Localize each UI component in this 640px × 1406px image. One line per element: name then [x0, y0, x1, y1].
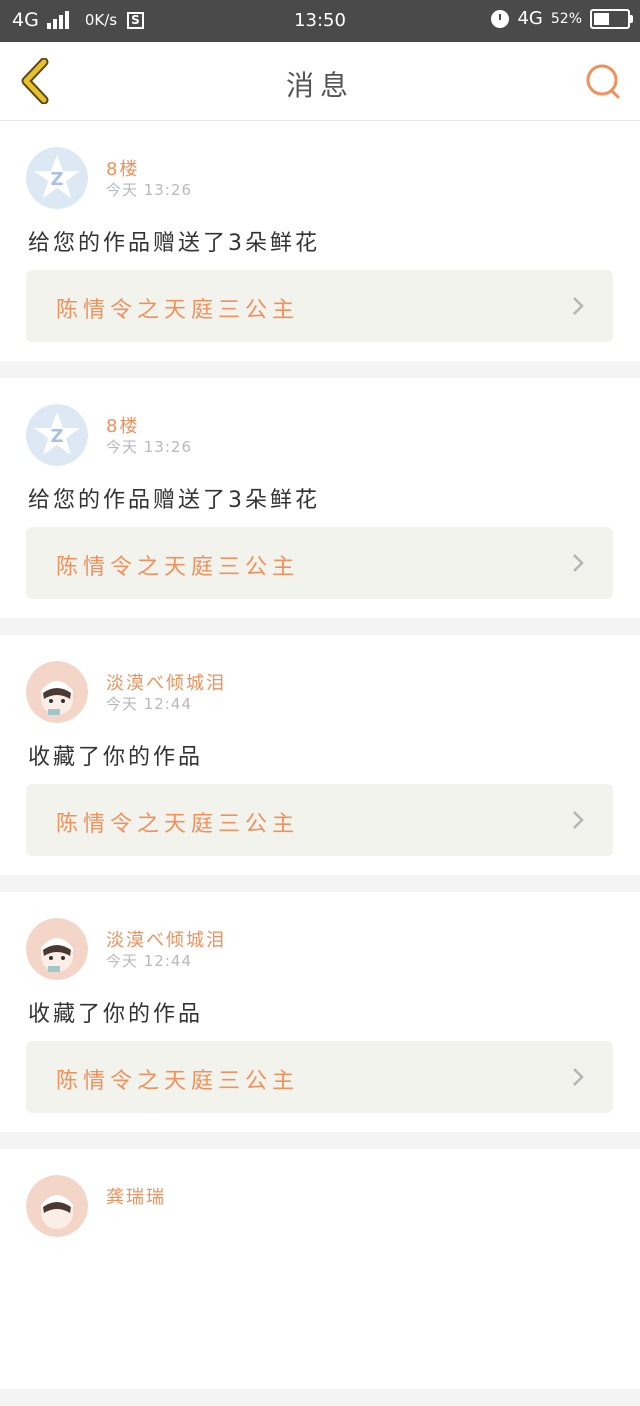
message-text: 给您的作品赠送了3朵鲜花: [28, 488, 320, 513]
message-text: 收藏了你的作品: [28, 745, 204, 770]
username[interactable]: 8楼: [106, 412, 139, 438]
work-title: 陈情令之天庭三公主: [56, 812, 300, 837]
chevron-right-icon: [573, 297, 584, 315]
network-label-right: 4G: [517, 8, 543, 29]
work-link[interactable]: 陈情令之天庭三公主: [26, 1041, 613, 1113]
work-link[interactable]: 陈情令之天庭三公主: [26, 527, 613, 599]
chevron-right-icon: [573, 554, 584, 572]
username[interactable]: 淡漠べ倾城泪: [106, 926, 226, 952]
work-link[interactable]: 陈情令之天庭三公主: [26, 270, 613, 342]
username[interactable]: 龚瑞瑞: [106, 1183, 166, 1209]
work-link[interactable]: 陈情令之天庭三公主: [26, 784, 613, 856]
message-card[interactable]: 龚瑞瑞: [0, 1149, 640, 1389]
avatar[interactable]: [26, 918, 88, 980]
message-card[interactable]: Z 8楼 今天 13:26 给您的作品赠送了3朵鲜花 陈情令之天庭三公主: [0, 121, 640, 361]
avatar[interactable]: Z: [26, 404, 88, 466]
message-list: Z 8楼 今天 13:26 给您的作品赠送了3朵鲜花 陈情令之天庭三公主 Z 8…: [0, 121, 640, 1406]
message-text: 收藏了你的作品: [28, 1002, 204, 1027]
message-card[interactable]: 淡漠べ倾城泪 今天 12:44 收藏了你的作品 陈情令之天庭三公主: [0, 892, 640, 1132]
avatar[interactable]: Z: [26, 147, 88, 209]
message-time: 今天 12:44: [106, 952, 192, 970]
message-time: 今天 13:26: [106, 181, 192, 199]
message-card[interactable]: 淡漠べ倾城泪 今天 12:44 收藏了你的作品 陈情令之天庭三公主: [0, 635, 640, 875]
message-time: 今天 12:44: [106, 695, 192, 713]
header: 消息: [0, 42, 640, 121]
anime-girl-avatar-icon: [26, 918, 88, 980]
message-card[interactable]: Z 8楼 今天 13:26 给您的作品赠送了3朵鲜花 陈情令之天庭三公主: [0, 378, 640, 618]
qq-star-avatar-icon: Z: [26, 147, 88, 209]
search-button[interactable]: [582, 60, 624, 102]
message-time: 今天 13:26: [106, 438, 192, 456]
chevron-right-icon: [573, 811, 584, 829]
battery-percent: 52%: [550, 10, 582, 27]
battery-level: [594, 12, 609, 25]
work-title: 陈情令之天庭三公主: [56, 555, 300, 580]
alarm-icon: [491, 9, 510, 28]
svg-text:Z: Z: [50, 426, 63, 447]
anime-girl-avatar-icon: [26, 661, 88, 723]
message-text: 给您的作品赠送了3朵鲜花: [28, 231, 320, 256]
username[interactable]: 淡漠べ倾城泪: [106, 669, 226, 695]
page-title: 消息: [285, 69, 354, 102]
search-icon: [586, 64, 620, 99]
svg-text:Z: Z: [50, 169, 63, 190]
status-bar: 4G 0K/s S 13:50 4G 52%: [0, 0, 640, 42]
anime-girl-avatar-icon: [26, 1175, 88, 1237]
qq-star-avatar-icon: Z: [26, 404, 88, 466]
username[interactable]: 8楼: [106, 155, 139, 181]
chevron-right-icon: [573, 1068, 584, 1086]
battery-icon: [590, 8, 633, 29]
status-right: 4G 52%: [491, 8, 633, 29]
avatar[interactable]: [26, 1175, 88, 1237]
avatar[interactable]: [26, 661, 88, 723]
work-title: 陈情令之天庭三公主: [56, 298, 300, 323]
work-title: 陈情令之天庭三公主: [56, 1069, 300, 1094]
